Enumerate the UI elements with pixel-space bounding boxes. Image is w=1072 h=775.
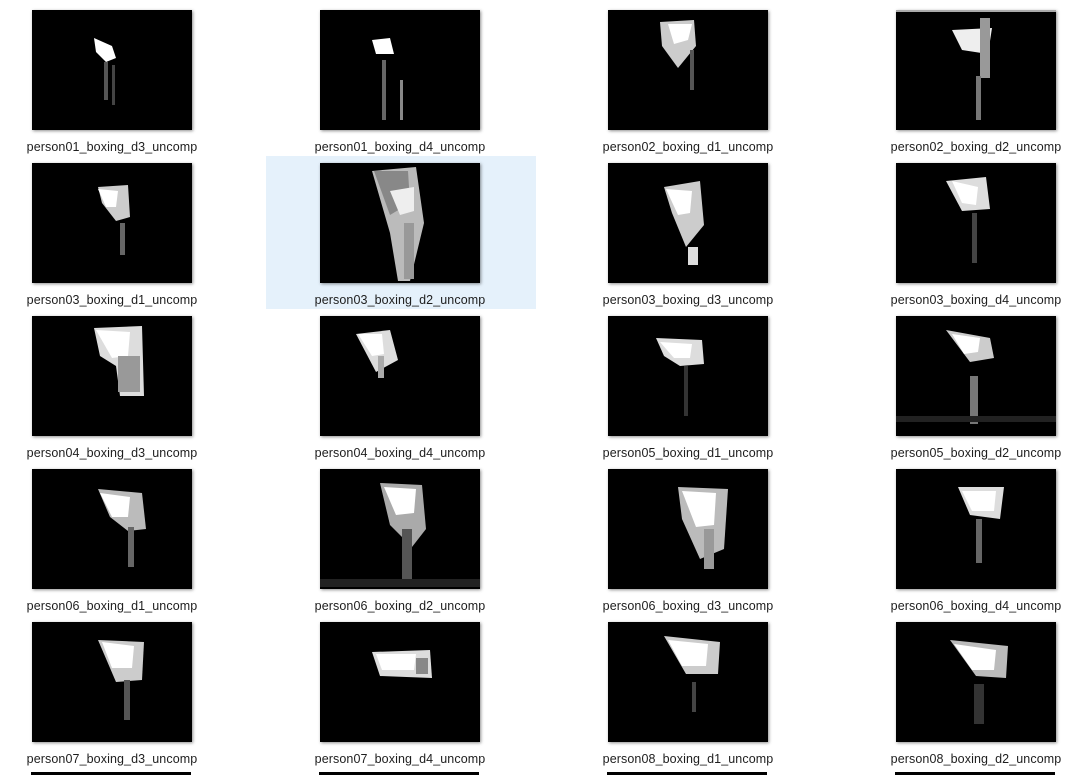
file-name-label: person06_boxing_d1_uncomp — [26, 599, 198, 613]
file-name-label: person08_boxing_d1_uncomp — [602, 752, 774, 766]
thumbnail-image — [896, 622, 1056, 742]
thumbnail-image — [320, 163, 480, 283]
file-tile[interactable]: person06_boxing_d2_uncomp — [266, 462, 536, 615]
thumbnail-image — [608, 10, 768, 130]
thumbnail-image — [32, 10, 192, 130]
thumbnail-image — [896, 163, 1056, 283]
file-name-label: person05_boxing_d2_uncomp — [890, 446, 1062, 460]
file-name-label: person06_boxing_d3_uncomp — [602, 599, 774, 613]
file-tile[interactable]: person03_boxing_d2_uncomp — [266, 156, 536, 309]
thumbnail-image — [320, 10, 480, 130]
file-tile[interactable]: person04_boxing_d3_uncomp — [0, 309, 248, 462]
thumbnail-image — [896, 316, 1056, 436]
thumbnail-image — [896, 10, 1056, 130]
file-tile[interactable]: person02_boxing_d2_uncomp — [842, 3, 1072, 156]
file-tile[interactable]: person04_boxing_d4_uncomp — [266, 309, 536, 462]
file-name-label: person07_boxing_d3_uncomp — [26, 752, 198, 766]
file-tile[interactable]: person08_boxing_d2_uncomp — [842, 615, 1072, 768]
thumbnail-image — [608, 163, 768, 283]
file-name-label: person01_boxing_d3_uncomp — [26, 140, 198, 154]
thumbnail-image — [32, 316, 192, 436]
file-name-label: person01_boxing_d4_uncomp — [314, 140, 486, 154]
file-name-label: person07_boxing_d4_uncomp — [314, 752, 486, 766]
thumbnail-image — [32, 622, 192, 742]
thumbnail-image — [32, 163, 192, 283]
file-tile[interactable]: person06_boxing_d4_uncomp — [842, 462, 1072, 615]
file-tile[interactable]: person02_boxing_d1_uncomp — [554, 3, 824, 156]
file-name-label: person04_boxing_d4_uncomp — [314, 446, 486, 460]
file-tile[interactable]: person03_boxing_d1_uncomp — [0, 156, 248, 309]
thumbnail-image — [320, 622, 480, 742]
file-tile[interactable]: person05_boxing_d2_uncomp — [842, 309, 1072, 462]
file-thumbnail-grid: person01_boxing_d3_uncomp person01_boxin… — [0, 0, 1072, 775]
file-name-label: person05_boxing_d1_uncomp — [602, 446, 774, 460]
thumbnail-image — [320, 316, 480, 436]
file-name-label: person08_boxing_d2_uncomp — [890, 752, 1062, 766]
file-tile[interactable]: person03_boxing_d3_uncomp — [554, 156, 824, 309]
file-tile[interactable]: person03_boxing_d4_uncomp — [842, 156, 1072, 309]
file-tile[interactable]: person08_boxing_d1_uncomp — [554, 615, 824, 768]
thumbnail-image — [320, 469, 480, 589]
thumbnail-image — [32, 469, 192, 589]
file-name-label: person03_boxing_d1_uncomp — [26, 293, 198, 307]
file-tile[interactable]: person06_boxing_d3_uncomp — [554, 462, 824, 615]
file-name-label: person06_boxing_d4_uncomp — [890, 599, 1062, 613]
file-name-label: person03_boxing_d4_uncomp — [890, 293, 1062, 307]
file-tile[interactable]: person07_boxing_d4_uncomp — [266, 615, 536, 768]
file-name-label: person03_boxing_d2_uncomp — [314, 293, 486, 307]
thumbnail-image — [608, 469, 768, 589]
file-tile[interactable]: person07_boxing_d3_uncomp — [0, 615, 248, 768]
file-name-label: person02_boxing_d2_uncomp — [890, 140, 1062, 154]
file-tile[interactable]: person05_boxing_d1_uncomp — [554, 309, 824, 462]
file-name-label: person04_boxing_d3_uncomp — [26, 446, 198, 460]
thumbnail-image — [608, 622, 768, 742]
thumbnail-image — [896, 469, 1056, 589]
file-name-label: person03_boxing_d3_uncomp — [602, 293, 774, 307]
file-tile[interactable]: person01_boxing_d4_uncomp — [266, 3, 536, 156]
file-name-label: person06_boxing_d2_uncomp — [314, 599, 486, 613]
file-tile[interactable]: person06_boxing_d1_uncomp — [0, 462, 248, 615]
file-tile[interactable]: person01_boxing_d3_uncomp — [0, 3, 248, 156]
thumbnail-image — [608, 316, 768, 436]
file-name-label: person02_boxing_d1_uncomp — [602, 140, 774, 154]
